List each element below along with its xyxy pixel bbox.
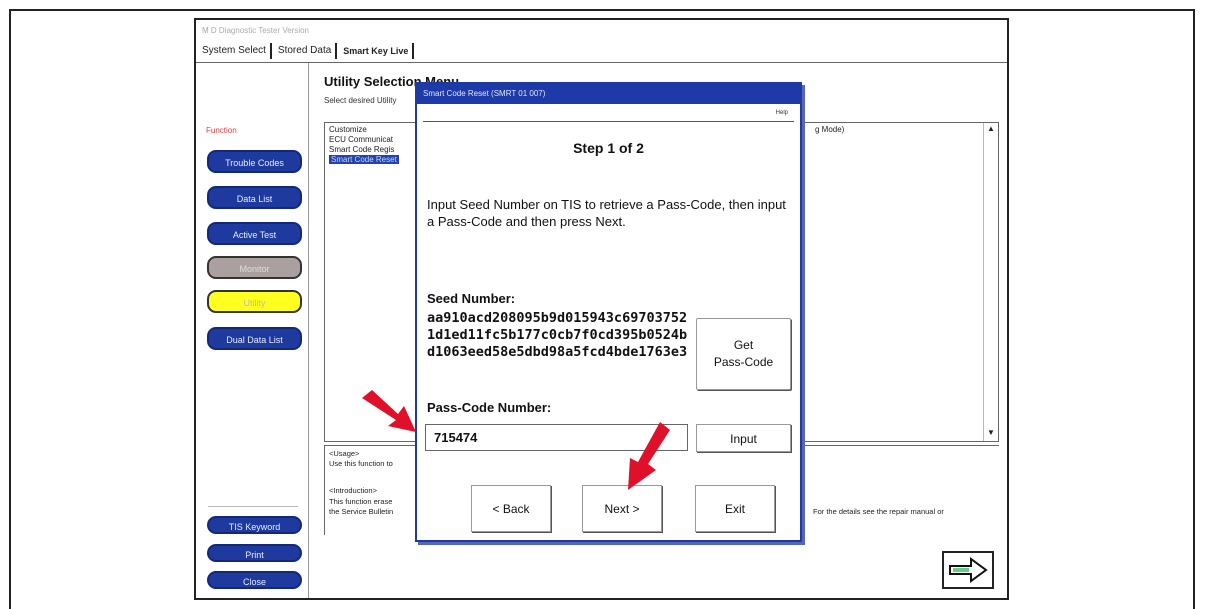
close-button[interactable]: Close xyxy=(207,571,302,589)
passcode-number-label: Pass-Code Number: xyxy=(427,400,552,415)
back-button[interactable]: < Back xyxy=(471,485,551,532)
tab-stored-data[interactable]: Stored Data xyxy=(272,43,338,59)
input-button[interactable]: Input xyxy=(696,424,791,452)
utility-button[interactable]: Utility xyxy=(207,290,302,313)
app-title: M D Diagnostic Tester Version xyxy=(202,26,310,35)
tab-bar: System Select Stored Data Smart Key Live xyxy=(196,40,446,62)
scroll-up-icon[interactable]: ▲ xyxy=(987,124,995,133)
list-item-fragment: g Mode) xyxy=(815,125,845,134)
list-item[interactable]: Smart Code Regis xyxy=(329,145,394,154)
sidebar-bottom-divider xyxy=(208,506,298,507)
seed-number-label: Seed Number: xyxy=(427,291,516,306)
intro-text-right: For the details see the repair manual or xyxy=(813,507,944,516)
print-button[interactable]: Print xyxy=(207,544,302,562)
tab-divider xyxy=(196,62,1007,63)
trouble-codes-button[interactable]: Trouble Codes xyxy=(207,150,302,173)
dialog-divider xyxy=(423,121,794,122)
dual-data-list-button[interactable]: Dual Data List xyxy=(207,327,302,350)
monitor-button[interactable]: Monitor xyxy=(207,256,302,279)
forward-button[interactable] xyxy=(942,551,994,589)
usage-heading: <Usage> xyxy=(329,449,360,458)
step-indicator: Step 1 of 2 xyxy=(573,140,644,156)
tis-keyword-button[interactable]: TIS Keyword xyxy=(207,516,302,534)
intro-heading: <Introduction> xyxy=(329,486,377,495)
list-item[interactable]: Customize xyxy=(329,125,367,134)
get-passcode-label-2: Pass-Code xyxy=(713,355,774,369)
next-button[interactable]: Next > xyxy=(582,485,662,532)
scroll-down-icon[interactable]: ▼ xyxy=(987,428,995,437)
intro-text: This function erase xyxy=(329,497,393,506)
utility-menu-subtitle: Select desired Utility xyxy=(324,96,397,105)
tab-system-select[interactable]: System Select xyxy=(196,43,272,59)
active-test-button[interactable]: Active Test xyxy=(207,222,302,245)
list-item-selected[interactable]: Smart Code Reset xyxy=(329,155,399,164)
get-passcode-button[interactable]: Get Pass-Code xyxy=(696,318,791,390)
sidebar-label: Function xyxy=(206,126,237,135)
intro-text-2: the Service Bulletin xyxy=(329,507,394,516)
usage-text: Use this function to xyxy=(329,459,393,468)
data-list-button[interactable]: Data List xyxy=(207,186,302,209)
instructions-text: Input Seed Number on TIS to retrieve a P… xyxy=(427,197,786,229)
smart-code-reset-dialog: Smart Code Reset (SMRT 01 007) Help Step… xyxy=(415,82,802,542)
get-passcode-label-1: Get xyxy=(733,338,754,352)
exit-button[interactable]: Exit xyxy=(695,485,775,532)
list-scrollbar[interactable]: ▲ ▼ xyxy=(983,123,998,441)
red-arrow-icon xyxy=(628,422,670,490)
list-item[interactable]: ECU Communicat xyxy=(329,135,393,144)
sidebar-divider xyxy=(308,63,309,598)
dialog-title: Smart Code Reset (SMRT 01 007) xyxy=(417,84,800,104)
tab-smart-key-live[interactable]: Smart Key Live xyxy=(337,43,415,59)
seed-number-value: aa910acd208095b9d015943c697037521d1ed11f… xyxy=(427,310,688,360)
red-arrow-icon xyxy=(362,390,416,432)
forward-arrow-icon xyxy=(949,557,988,583)
help-link[interactable]: Help xyxy=(776,110,788,116)
